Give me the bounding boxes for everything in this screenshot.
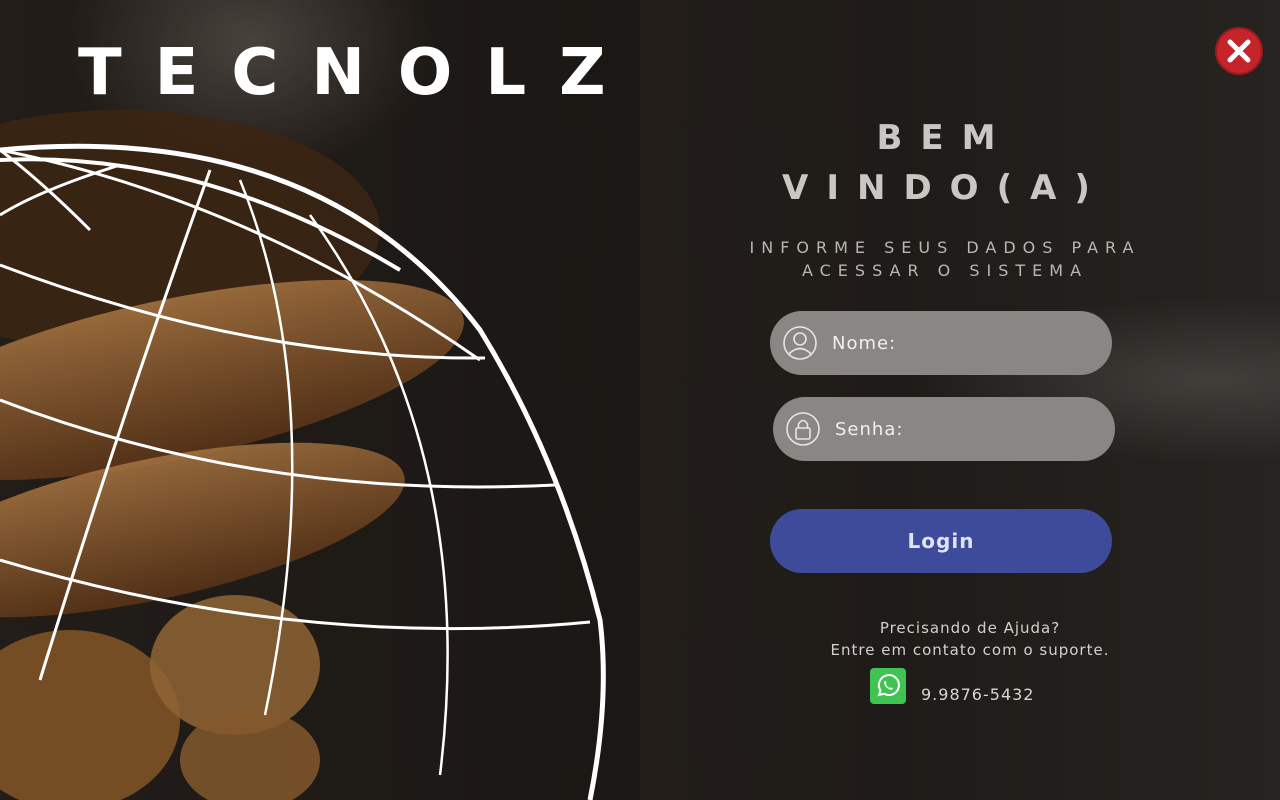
password-input[interactable] (833, 417, 1087, 441)
password-field[interactable] (773, 397, 1115, 461)
name-field[interactable] (770, 311, 1112, 375)
welcome-subtitle-line1: INFORME SEUS DADOS PARA (749, 238, 1141, 257)
help-contact-text: Entre em contato com o suporte. (830, 641, 1110, 659)
help-question: Precisando de Ajuda? (879, 619, 1061, 637)
brand-logo: TECNOLZ (78, 36, 639, 110)
globe-illustration (0, 143, 606, 800)
whatsapp-button[interactable] (870, 668, 906, 704)
close-icon (1227, 39, 1251, 63)
user-icon (783, 326, 817, 360)
welcome-title-line1: BEM (876, 118, 1014, 158)
close-button[interactable] (1215, 27, 1263, 75)
whatsapp-icon (877, 674, 900, 697)
name-input[interactable] (830, 331, 1084, 355)
welcome-title-line2: VINDO(A) (782, 168, 1108, 208)
support-phone: 9.9876-5432 (921, 685, 1035, 704)
login-button[interactable]: Login (770, 509, 1112, 573)
lock-icon (786, 412, 820, 446)
welcome-subtitle-line2: ACESSAR O SISTEMA (801, 261, 1089, 280)
